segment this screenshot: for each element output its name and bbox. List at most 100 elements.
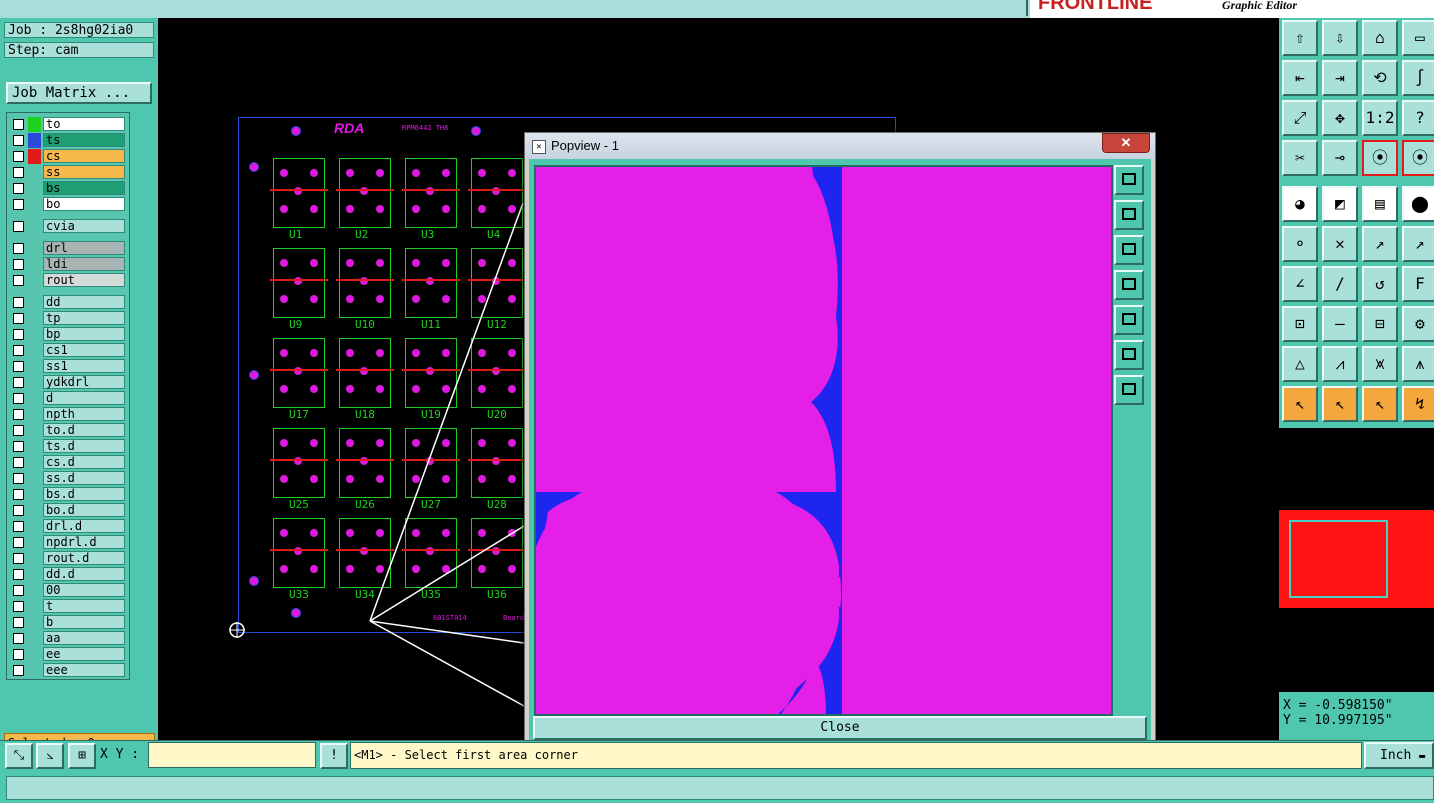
layer-checkbox[interactable] [13, 151, 24, 162]
resize-icon[interactable]: ⊟ [1362, 306, 1398, 342]
layer-color-swatch[interactable] [28, 257, 41, 272]
layer-row[interactable]: rout [9, 273, 127, 288]
home-icon[interactable]: ⌂ [1362, 20, 1398, 56]
layer-b-icon[interactable]: ⦿ [1402, 140, 1434, 176]
layer-row[interactable]: ts [9, 133, 127, 148]
layer-row[interactable]: bo [9, 197, 127, 212]
layer-checkbox[interactable] [13, 119, 24, 130]
overview-map[interactable] [1279, 428, 1434, 692]
pointer-circle-icon[interactable]: ↖ [1362, 386, 1398, 422]
pan-right-button[interactable] [1114, 305, 1144, 335]
layer-name[interactable]: b [43, 615, 125, 629]
popview-image[interactable] [534, 165, 1113, 716]
rotate-icon[interactable]: ↺ [1362, 266, 1398, 302]
layer-color-swatch[interactable] [28, 471, 41, 486]
layer-checkbox[interactable] [13, 665, 24, 676]
layer-color-swatch[interactable] [28, 165, 41, 180]
layer-name[interactable]: ss.d [43, 471, 125, 485]
layer-row[interactable]: tp [9, 311, 127, 326]
layer-name[interactable]: drl [43, 241, 125, 255]
layer-color-swatch[interactable] [28, 359, 41, 374]
layer-name[interactable]: rout [43, 273, 125, 287]
layer-name[interactable]: ts.d [43, 439, 125, 453]
trace-icon[interactable]: — [1322, 306, 1358, 342]
layer-row[interactable]: bp [9, 327, 127, 342]
layer-row[interactable]: ee [9, 647, 127, 662]
layer-row[interactable]: ⊞cs [9, 149, 127, 164]
layer-color-swatch[interactable] [28, 535, 41, 550]
layer-row[interactable]: t [9, 599, 127, 614]
layer-name[interactable]: cs1 [43, 343, 125, 357]
layer-color-swatch[interactable] [28, 133, 41, 148]
layer-color-swatch[interactable] [28, 241, 41, 256]
layer-row[interactable]: ldi [9, 257, 127, 272]
layer-checkbox[interactable] [13, 633, 24, 644]
layer-color-swatch[interactable] [28, 423, 41, 438]
layer-color-swatch[interactable] [28, 615, 41, 630]
layer-checkbox[interactable] [13, 393, 24, 404]
line-icon[interactable]: / [1322, 266, 1358, 302]
layer-row[interactable]: ydkdrl [9, 375, 127, 390]
layer-color-swatch[interactable] [28, 327, 41, 342]
layer-row[interactable]: aa [9, 631, 127, 646]
info-icon[interactable]: ! [320, 743, 348, 769]
angle-icon[interactable]: ∠ [1282, 266, 1318, 302]
layer-color-swatch[interactable] [28, 197, 41, 212]
layer-row[interactable]: ts.d [9, 439, 127, 454]
help-icon[interactable]: ? [1402, 100, 1434, 136]
copy-icon[interactable]: ⊡ [1282, 306, 1318, 342]
connect-icon[interactable]: ⚬ [1282, 226, 1318, 262]
snap-icon[interactable]: ⤡ [5, 743, 33, 769]
layer-name[interactable]: bs.d [43, 487, 125, 501]
layer-row[interactable]: bs.d [9, 487, 127, 502]
layer-name[interactable]: ldi [43, 257, 125, 271]
undo-icon[interactable]: ⟲ [1362, 60, 1398, 96]
layer-checkbox[interactable] [13, 489, 24, 500]
layer-name[interactable]: dd.d [43, 567, 125, 581]
layer-checkbox[interactable] [13, 377, 24, 388]
layer-name[interactable]: to [43, 117, 125, 131]
arc-icon[interactable]: ⩘ [1322, 346, 1358, 382]
layer-name[interactable]: bs [43, 181, 125, 195]
layer-color-swatch[interactable] [28, 599, 41, 614]
pan-down-button[interactable] [1114, 235, 1144, 265]
layer-row[interactable]: b [9, 615, 127, 630]
layer-checkbox[interactable] [13, 167, 24, 178]
xy-input[interactable] [148, 742, 316, 768]
layer-color-swatch[interactable] [28, 551, 41, 566]
layer-checkbox[interactable] [13, 313, 24, 324]
layer-checkbox[interactable] [13, 243, 24, 254]
pan-up-button[interactable] [1114, 200, 1144, 230]
layer-row[interactable]: ss.d [9, 471, 127, 486]
pan-icon[interactable]: ✥ [1322, 100, 1358, 136]
fit-view-button[interactable] [1114, 165, 1144, 195]
layer-color-swatch[interactable] [28, 631, 41, 646]
layer-row[interactable]: drl [9, 241, 127, 256]
layer-checkbox[interactable] [13, 275, 24, 286]
pointer-box-icon[interactable]: ↖ [1322, 386, 1358, 422]
layer-checkbox[interactable] [13, 441, 24, 452]
layer-row[interactable]: drl.d [9, 519, 127, 534]
select-icon[interactable]: ◕ [1282, 186, 1318, 222]
layer-checkbox[interactable] [13, 521, 24, 532]
layer-name[interactable]: 00 [43, 583, 125, 597]
layer-color-swatch[interactable] [28, 149, 41, 164]
polygon-icon[interactable]: ◩ [1322, 186, 1358, 222]
layer-row[interactable]: dd [9, 295, 127, 310]
layer-color-swatch[interactable] [28, 273, 41, 288]
text-icon[interactable]: F [1402, 266, 1434, 302]
layer-name[interactable]: ee [43, 647, 125, 661]
layer-checkbox[interactable] [13, 361, 24, 372]
layer-name[interactable]: ss1 [43, 359, 125, 373]
layer-name[interactable]: eee [43, 663, 125, 677]
save-down-icon[interactable]: ⇩ [1322, 20, 1358, 56]
layer-checkbox[interactable] [13, 537, 24, 548]
layer-checkbox[interactable] [13, 601, 24, 612]
left-icon[interactable]: ⇤ [1282, 60, 1318, 96]
arc-b-icon[interactable]: ⩙ [1362, 346, 1398, 382]
layer-color-swatch[interactable] [28, 567, 41, 582]
window-icon[interactable]: ▭ [1402, 20, 1434, 56]
layer-color-swatch[interactable] [28, 407, 41, 422]
layer-checkbox[interactable] [13, 425, 24, 436]
pointer-icon[interactable]: ↖ [1282, 386, 1318, 422]
